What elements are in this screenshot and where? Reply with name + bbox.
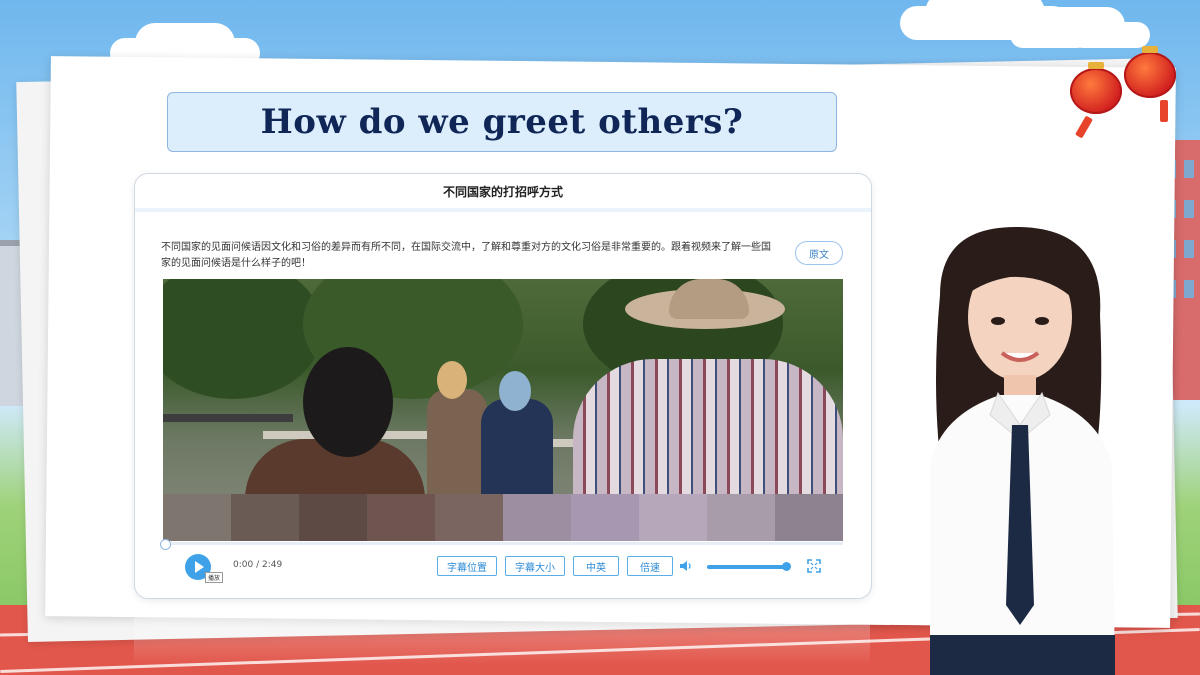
language-button[interactable]: 中英 <box>573 556 619 576</box>
player-controls: 播放 0:00 / 2:49 字幕位置 字幕大小 中英 倍速 <box>163 552 843 583</box>
lantern-icon <box>1124 46 1176 98</box>
card-title: 不同国家的打招呼方式 <box>442 184 563 199</box>
subtitle-position-button[interactable]: 字幕位置 <box>437 556 497 576</box>
cloud-decoration <box>1010 22 1090 48</box>
volume-fill <box>707 565 787 569</box>
volume-handle[interactable] <box>782 562 791 571</box>
speed-button[interactable]: 倍速 <box>627 556 673 576</box>
card-reflection <box>134 605 870 665</box>
video-progress-bar[interactable] <box>160 539 843 550</box>
video-card: 不同国家的打招呼方式 不同国家的见面问候语因文化和习俗的差异而有所不同，在国际交… <box>134 173 872 599</box>
slide-stage: How do we greet others? 不同国家的打招呼方式 不同国家的… <box>0 0 1200 675</box>
speaker-icon[interactable] <box>679 560 693 572</box>
fullscreen-icon[interactable] <box>807 559 821 573</box>
student-girl-illustration <box>930 226 1115 675</box>
cloud-decoration <box>900 6 1010 40</box>
subtitle-blur-band <box>163 494 843 541</box>
play-tooltip: 播放 <box>205 572 224 583</box>
lantern-tassel-icon <box>1160 100 1168 122</box>
volume-slider[interactable] <box>707 562 791 571</box>
slide-title-box: How do we greet others? <box>167 92 837 152</box>
card-header: 不同国家的打招呼方式 <box>135 174 871 212</box>
slide-title: How do we greet others? <box>260 102 744 142</box>
progress-handle[interactable] <box>160 539 171 550</box>
original-text-button[interactable]: 原文 <box>795 241 843 265</box>
time-display: 0:00 / 2:49 <box>233 560 283 570</box>
lantern-icon <box>1070 62 1122 114</box>
card-description: 不同国家的见面问候语因文化和习俗的差异而有所不同，在国际交流中，了解和尊重对方的… <box>161 242 771 269</box>
video-frame[interactable] <box>163 279 843 541</box>
subtitle-size-button[interactable]: 字幕大小 <box>505 556 565 576</box>
